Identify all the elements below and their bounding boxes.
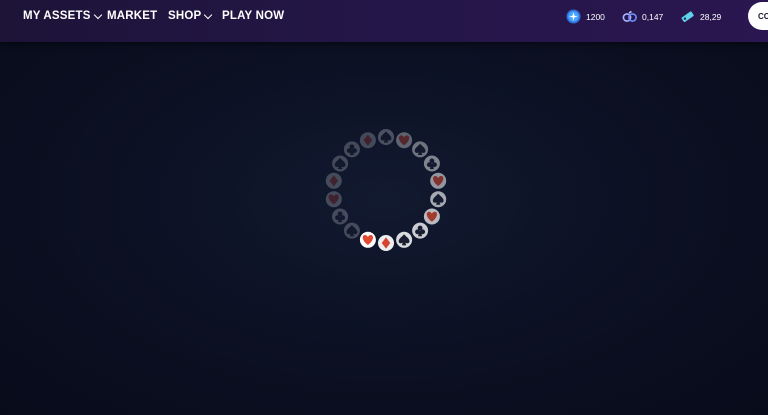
spinner-chip-club-icon	[423, 155, 440, 172]
spinner-chip-diamond-icon	[359, 132, 376, 149]
card-suit-loading-spinner	[325, 129, 447, 251]
spinner-chip-spade-icon	[412, 141, 429, 158]
spinner-chip-spade-icon	[332, 155, 349, 172]
spinner-chip-spade-icon	[343, 222, 360, 239]
spinner-chip-spade-icon	[396, 231, 413, 248]
spinner-chip-heart-icon	[359, 231, 376, 248]
spinner-chip-heart-icon	[396, 132, 413, 149]
spinner-chip-club-icon	[412, 222, 429, 239]
spinner-chip-heart-icon	[325, 191, 342, 208]
spinner-chip-heart-icon	[423, 208, 440, 225]
spinner-chip-club-icon	[343, 141, 360, 158]
spinner-chip-heart-icon	[430, 172, 447, 189]
spinner-chip-diamond-icon	[378, 235, 394, 251]
spinner-chip-spade-icon	[430, 191, 447, 208]
spinner-chip-diamond-icon	[325, 172, 342, 189]
spinner-chip-club-icon	[332, 208, 349, 225]
spinner-chip-spade-icon	[378, 129, 394, 145]
